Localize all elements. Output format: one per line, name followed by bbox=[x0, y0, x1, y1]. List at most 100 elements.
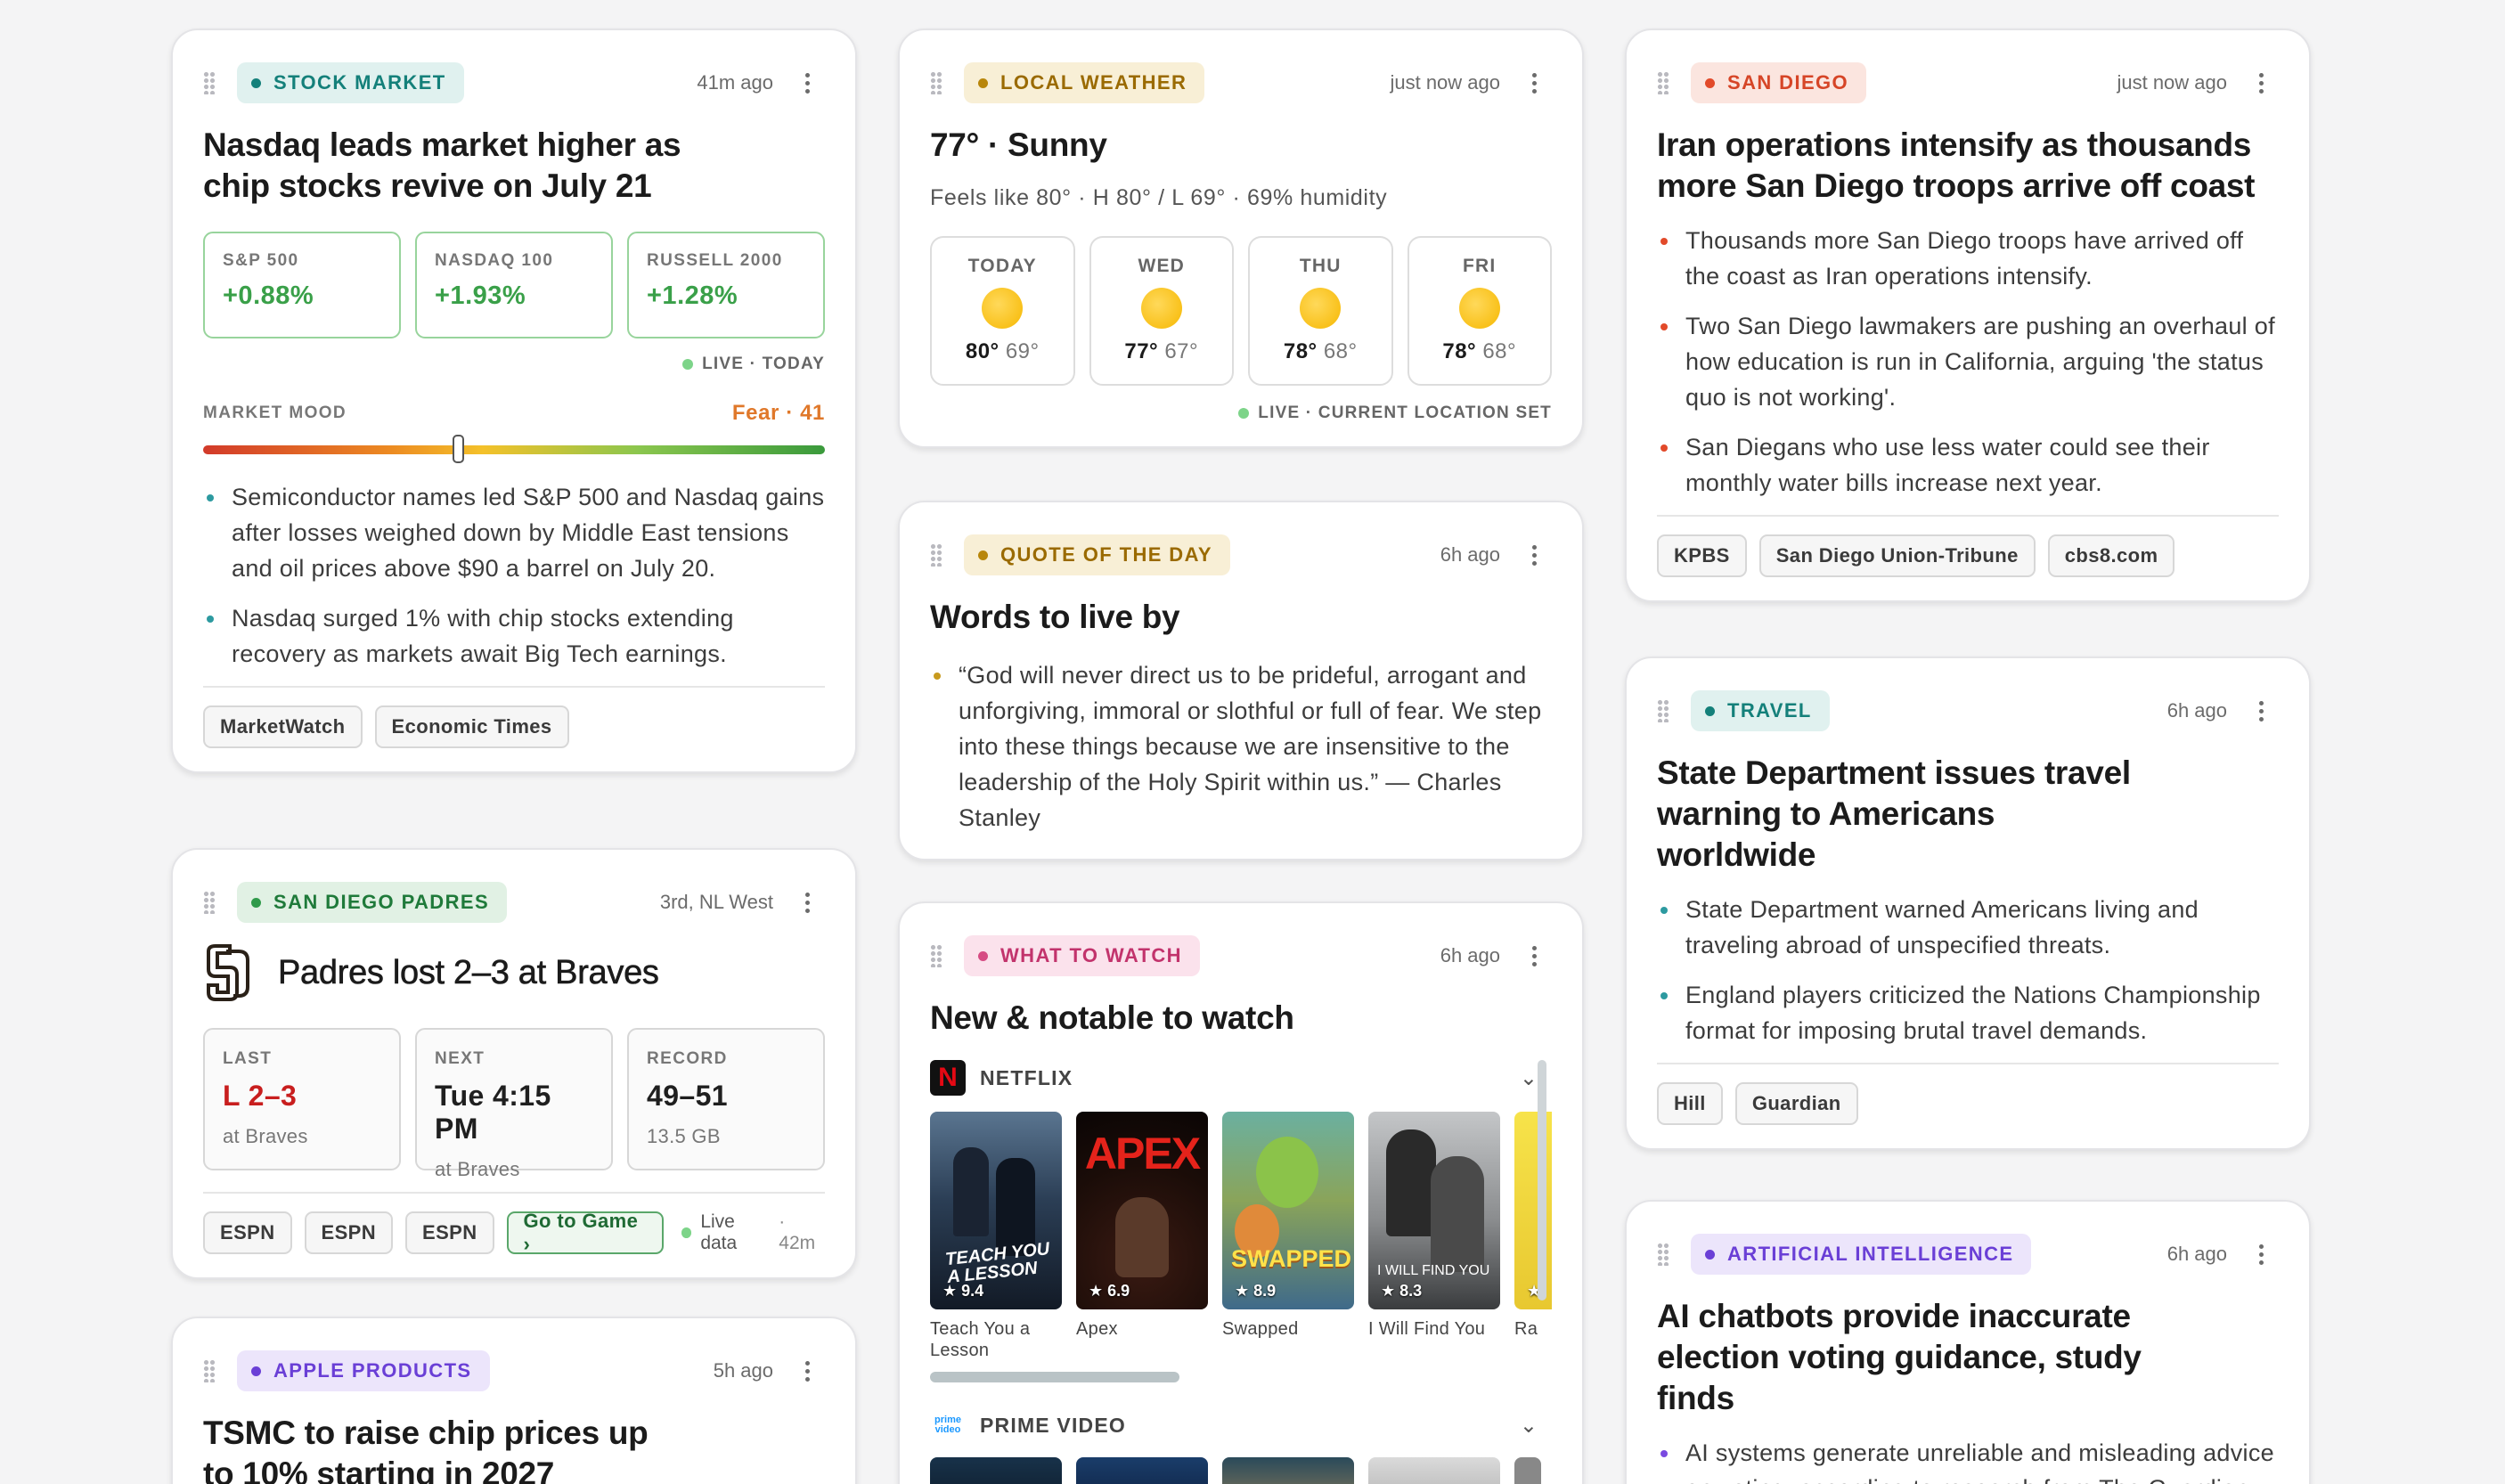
live-label: Live data bbox=[700, 1211, 738, 1253]
poster-item[interactable]: SWAPPED ★ 8.9 Swapped bbox=[1222, 1112, 1354, 1363]
quote-list: “God will never direct us to be prideful… bbox=[930, 657, 1552, 836]
index-box[interactable]: S&P 500 +0.88% bbox=[203, 232, 401, 338]
prime-poster-row[interactable] bbox=[930, 1457, 1552, 1484]
poster-item[interactable] bbox=[930, 1457, 1062, 1484]
index-box[interactable]: RUSSELL 2000 +1.28% bbox=[627, 232, 825, 338]
card-title[interactable]: Nasdaq leads market higher as chip stock… bbox=[203, 125, 702, 207]
stat-label: RECORD bbox=[647, 1049, 728, 1068]
timestamp: 6h ago bbox=[2166, 699, 2227, 722]
source-chip[interactable]: KPBS bbox=[1657, 534, 1747, 577]
poster-image: TEACH YOU A LESSON ★ 9.4 bbox=[930, 1112, 1062, 1309]
card-title[interactable]: State Department issues travel warning t… bbox=[1657, 753, 2156, 876]
horizontal-scrollbar[interactable] bbox=[930, 1372, 1179, 1382]
poster-item[interactable]: APEX ★ 6.9 Apex bbox=[1076, 1112, 1208, 1363]
category-tag[interactable]: QUOTE OF THE DAY bbox=[964, 534, 1230, 575]
drag-handle-icon[interactable] bbox=[930, 71, 942, 94]
drag-handle-icon[interactable] bbox=[1657, 71, 1669, 94]
drag-handle-icon[interactable] bbox=[203, 891, 216, 914]
source-chip[interactable]: ESPN bbox=[304, 1211, 394, 1254]
more-options-icon[interactable] bbox=[2243, 700, 2279, 722]
poster-item[interactable] bbox=[1222, 1457, 1354, 1484]
market-mood: MARKET MOOD Fear · 41 bbox=[203, 401, 825, 426]
poster-art-title: TEACH YOU A LESSON bbox=[944, 1239, 1051, 1288]
more-options-icon[interactable] bbox=[1516, 72, 1552, 94]
more-options-icon[interactable] bbox=[2243, 1243, 2279, 1265]
poster-rating: ★ 8.3 bbox=[1381, 1282, 1423, 1300]
more-options-icon[interactable] bbox=[2243, 72, 2279, 94]
list-item: Two San Diego lawmakers are pushing an o… bbox=[1657, 308, 2279, 415]
forecast-day[interactable]: TODAY 80° 69° bbox=[930, 236, 1075, 386]
card-title[interactable]: New & notable to watch bbox=[930, 998, 1552, 1039]
drag-handle-icon[interactable] bbox=[930, 543, 942, 567]
more-options-icon[interactable] bbox=[789, 892, 825, 913]
source-chip[interactable]: MarketWatch bbox=[203, 705, 363, 748]
category-tag[interactable]: ARTIFICIAL INTELLIGENCE bbox=[1691, 1234, 2032, 1275]
index-box[interactable]: NASDAQ 100 +1.93% bbox=[415, 232, 613, 338]
next-game-box[interactable]: NEXT Tue 4:15 PM at Braves bbox=[415, 1028, 613, 1180]
source-chip[interactable]: San Diego Union-Tribune bbox=[1758, 534, 2036, 577]
standings-text: 3rd, NL West bbox=[659, 891, 773, 913]
category-tag[interactable]: STOCK MARKET bbox=[237, 62, 464, 103]
bullet-list: AI systems generate unreliable and misle… bbox=[1657, 1435, 2279, 1484]
divider bbox=[203, 1192, 825, 1194]
forecast-day[interactable]: WED 77° 67° bbox=[1089, 236, 1234, 386]
source-chip[interactable]: Guardian bbox=[1734, 1082, 1858, 1125]
category-tag[interactable]: SAN DIEGO bbox=[1691, 62, 1867, 103]
chevron-down-icon[interactable]: ⌄ bbox=[1520, 1413, 1538, 1439]
more-options-icon[interactable] bbox=[1516, 544, 1552, 566]
live-indicator: LIVE · CURRENT LOCATION SET bbox=[930, 404, 1552, 423]
card-title[interactable]: TSMC to raise chip prices up to 10% star… bbox=[203, 1413, 666, 1484]
poster-item[interactable] bbox=[1076, 1457, 1208, 1484]
card-title[interactable]: AI chatbots provide inaccurate election … bbox=[1657, 1296, 2209, 1419]
category-tag[interactable]: SAN DIEGO PADRES bbox=[237, 882, 508, 923]
category-tag[interactable]: LOCAL WEATHER bbox=[964, 62, 1205, 103]
card-title[interactable]: Padres lost 2–3 at Braves bbox=[278, 952, 660, 993]
source-chip[interactable]: ESPN bbox=[405, 1211, 494, 1254]
chevron-down-icon[interactable]: ⌄ bbox=[1520, 1065, 1538, 1091]
list-item: AI systems generate unreliable and misle… bbox=[1657, 1435, 2279, 1484]
source-chip[interactable]: cbs8.com bbox=[2047, 534, 2175, 577]
poster-item[interactable] bbox=[1514, 1457, 1541, 1484]
drag-handle-icon[interactable] bbox=[203, 1359, 216, 1382]
vertical-scrollbar[interactable] bbox=[1538, 1060, 1546, 1301]
day-name: THU bbox=[1299, 256, 1342, 276]
card-title[interactable]: 77° · Sunny bbox=[930, 125, 1552, 166]
drag-handle-icon[interactable] bbox=[203, 71, 216, 94]
forecast-day[interactable]: FRI 78° 68° bbox=[1407, 236, 1552, 386]
poster-figure bbox=[1256, 1137, 1318, 1208]
card-title[interactable]: Words to live by bbox=[930, 597, 1552, 638]
source-chip[interactable]: Hill bbox=[1657, 1082, 1723, 1125]
more-options-icon[interactable] bbox=[1516, 945, 1552, 966]
poster-item[interactable]: TEACH YOU A LESSON ★ 9.4 Teach You a Les… bbox=[930, 1112, 1062, 1363]
card-title[interactable]: Iran operations intensify as thousands m… bbox=[1657, 125, 2263, 207]
timestamp: 6h ago bbox=[2166, 1243, 2227, 1265]
prime-video-section-header[interactable]: prime video PRIME VIDEO ⌄ bbox=[930, 1407, 1552, 1443]
more-options-icon[interactable] bbox=[789, 1360, 825, 1382]
quote-card: QUOTE OF THE DAY 6h ago Words to live by… bbox=[898, 501, 1584, 860]
more-options-icon[interactable] bbox=[789, 72, 825, 94]
source-chip[interactable]: Economic Times bbox=[374, 705, 569, 748]
list-item: Nasdaq surged 1% with chip stocks extend… bbox=[203, 600, 825, 672]
stat-value: L 2–3 bbox=[223, 1080, 298, 1112]
poster-item[interactable] bbox=[1368, 1457, 1500, 1484]
last-game-box[interactable]: LAST L 2–3 at Braves bbox=[203, 1028, 401, 1170]
netflix-section-header[interactable]: N NETFLIX ⌄ bbox=[930, 1060, 1552, 1096]
go-to-game-button[interactable]: Go to Game › bbox=[506, 1210, 664, 1255]
timestamp: just now ago bbox=[2117, 71, 2227, 94]
poster-title: Apex bbox=[1076, 1319, 1118, 1339]
category-tag[interactable]: TRAVEL bbox=[1691, 690, 1830, 731]
day-name: FRI bbox=[1463, 256, 1497, 276]
category-tag[interactable]: APPLE PRODUCTS bbox=[237, 1350, 490, 1391]
record-box[interactable]: RECORD 49–51 13.5 GB bbox=[627, 1028, 825, 1170]
forecast-list: TODAY 80° 69° WED 77° 67° THU 78° 68° FRI 78… bbox=[930, 236, 1552, 386]
poster-row[interactable]: TEACH YOU A LESSON ★ 9.4 Teach You a Les… bbox=[930, 1112, 1552, 1363]
poster-item[interactable]: I WILL FIND YOU ★ 8.3 I Will Find You bbox=[1368, 1112, 1500, 1363]
drag-handle-icon[interactable] bbox=[930, 944, 942, 967]
day-name: WED bbox=[1138, 256, 1186, 276]
category-tag[interactable]: WHAT TO WATCH bbox=[964, 935, 1200, 976]
drag-handle-icon[interactable] bbox=[1657, 699, 1669, 722]
forecast-day[interactable]: THU 78° 68° bbox=[1248, 236, 1393, 386]
index-label: RUSSELL 2000 bbox=[647, 251, 783, 270]
source-chip[interactable]: ESPN bbox=[203, 1211, 292, 1254]
drag-handle-icon[interactable] bbox=[1657, 1243, 1669, 1266]
